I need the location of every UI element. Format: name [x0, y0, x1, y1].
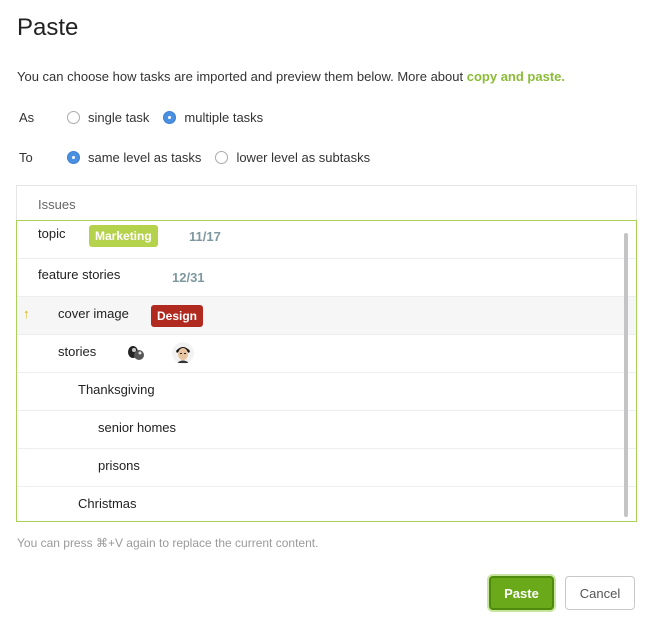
task-name: senior homes	[98, 420, 177, 435]
intro-description: You can choose how tasks are imported an…	[17, 69, 467, 84]
task-count: 12/31	[172, 270, 205, 285]
as-option-row: As single task multiple tasks	[19, 110, 277, 125]
task-name: topic	[38, 226, 66, 241]
task-name: Thanksgiving	[78, 382, 155, 397]
task-name: feature stories	[38, 267, 121, 282]
dialog-title: Paste	[17, 14, 79, 41]
task-row[interactable]: ↑ cover image Design	[17, 297, 636, 335]
tag-design: Design	[151, 305, 204, 327]
task-preview-list[interactable]: topic Marketing 11/17 feature stories 12…	[16, 220, 637, 522]
task-name: Christmas	[78, 496, 137, 511]
task-row[interactable]: Thanksgiving	[17, 373, 636, 411]
same-level-option[interactable]: same level as tasks	[67, 150, 201, 165]
panel-header: Issues	[16, 185, 637, 220]
multiple-tasks-radio[interactable]	[163, 111, 177, 124]
task-row[interactable]: prisons	[17, 449, 636, 487]
task-name: stories	[58, 344, 97, 359]
preview-panel: Issues topic Marketing 11/17 feature sto…	[16, 185, 637, 522]
cancel-button[interactable]: Cancel	[565, 576, 635, 610]
task-count: 11/17	[189, 229, 221, 244]
to-option-row: To same level as tasks lower level as su…	[19, 150, 384, 165]
task-name: prisons	[98, 458, 140, 473]
arrow-up-icon[interactable]: ↑	[23, 306, 30, 321]
task-row[interactable]: Christmas	[17, 487, 636, 521]
multiple-tasks-label: multiple tasks	[184, 110, 264, 125]
intro-text: You can choose how tasks are imported an…	[17, 69, 565, 84]
to-label: To	[19, 150, 33, 165]
single-task-option[interactable]: single task	[67, 110, 149, 125]
avatar	[125, 342, 147, 364]
same-level-label: same level as tasks	[88, 150, 202, 165]
lower-level-option[interactable]: lower level as subtasks	[215, 150, 370, 165]
single-task-label: single task	[88, 110, 150, 125]
single-task-radio[interactable]	[67, 111, 80, 124]
paste-hint: You can press ⌘+V again to replace the c…	[17, 536, 319, 550]
lower-level-radio[interactable]	[215, 151, 229, 164]
scrollbar[interactable]	[624, 233, 628, 517]
lower-level-label: lower level as subtasks	[236, 150, 371, 165]
multiple-tasks-option[interactable]: multiple tasks	[163, 110, 263, 125]
as-label: As	[19, 110, 35, 125]
tag-marketing: Marketing	[89, 225, 158, 247]
same-level-radio[interactable]	[67, 151, 80, 164]
task-row[interactable]: topic Marketing 11/17	[17, 221, 636, 259]
task-name: cover image	[58, 306, 129, 321]
task-row[interactable]: senior homes	[17, 411, 636, 449]
task-row[interactable]: feature stories 12/31	[17, 259, 636, 297]
avatar	[172, 342, 194, 364]
paste-button[interactable]: Paste	[489, 576, 554, 610]
task-row[interactable]: stories	[17, 335, 636, 373]
copy-paste-help-link[interactable]: copy and paste.	[467, 69, 565, 84]
